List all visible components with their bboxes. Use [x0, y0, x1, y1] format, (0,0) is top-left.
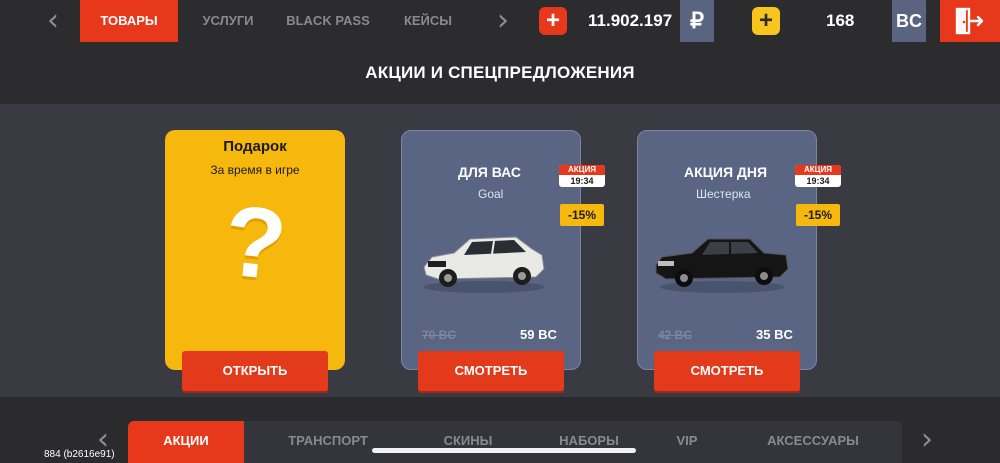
tab-sets[interactable]: НАБОРЫ — [548, 421, 630, 463]
add-bc-button[interactable]: + — [752, 7, 780, 35]
bottom-area: ‹ АКЦИИ ТРАНСПОРТ СКИНЫ НАБОРЫ VIP АКСЕС… — [0, 397, 1000, 463]
view-offer-button[interactable]: СМОТРЕТЬ — [418, 351, 564, 391]
build-version: 884 (b2616e91) — [44, 449, 115, 460]
chevron-left-icon[interactable]: ‹ — [38, 6, 68, 36]
new-price: 35 BC — [756, 327, 793, 342]
offer-car-name: Шестерка — [696, 187, 751, 201]
tab-vip[interactable]: VIP — [663, 421, 711, 463]
sale-badge-timer: 19:34 — [806, 176, 830, 186]
ruble-icon: ₽ — [680, 0, 714, 42]
tab-goods[interactable]: ТОВАРЫ — [80, 0, 178, 42]
add-rub-button[interactable]: + — [539, 7, 567, 35]
plus-icon: + — [545, 7, 560, 34]
exit-button[interactable] — [940, 0, 1000, 42]
discount-badge: -15% — [560, 204, 604, 226]
view-offer-button[interactable]: СМОТРЕТЬ — [654, 351, 800, 391]
plus-icon: + — [758, 7, 773, 34]
gift-card[interactable]: Подарок За время в игре ? — [165, 130, 345, 370]
sale-badge-label: АКЦИЯ — [795, 165, 841, 175]
top-bar: ‹ ТОВАРЫ УСЛУГИ BLACK PASS КЕЙСЫ › + 11.… — [0, 0, 1000, 42]
question-mark-icon: ? — [218, 184, 292, 302]
tab-cases[interactable]: КЕЙСЫ — [392, 0, 464, 42]
sale-badge-timer: 19:34 — [570, 176, 594, 186]
home-indicator[interactable] — [372, 448, 636, 453]
bc-currency-badge: BC — [892, 0, 926, 42]
chevron-right-icon[interactable]: › — [488, 6, 518, 36]
sedan-car-image — [655, 238, 789, 293]
tab-black-pass[interactable]: BLACK PASS — [278, 0, 378, 42]
sale-badge: АКЦИЯ 19:34 — [795, 165, 841, 187]
category-tabs: АКЦИИ ТРАНСПОРТ СКИНЫ НАБОРЫ VIP АКСЕССУ… — [128, 421, 902, 463]
tab-services[interactable]: УСЛУГИ — [190, 0, 266, 42]
new-price: 59 BC — [520, 327, 557, 342]
exit-door-icon — [955, 7, 984, 35]
tab-transport[interactable]: ТРАНСПОРТ — [278, 421, 378, 463]
offer-card-for-you[interactable]: ДЛЯ ВАС Goal АКЦИЯ 19:34 -15% 70 BC 59 B… — [401, 130, 605, 370]
gift-subtitle: За время в игре — [210, 163, 300, 177]
hatchback-car-image — [423, 236, 545, 293]
tab-promotions[interactable]: АКЦИИ — [128, 421, 244, 463]
old-price: 70 BC — [422, 328, 457, 342]
tab-accessories[interactable]: АКСЕССУАРЫ — [756, 421, 870, 463]
tab-skins[interactable]: СКИНЫ — [433, 421, 503, 463]
page-title: АКЦИИ И СПЕЦПРЕДЛОЖЕНИЯ — [0, 42, 1000, 104]
sale-badge-label: АКЦИЯ — [559, 165, 605, 175]
gift-title: Подарок — [223, 138, 287, 155]
offer-car-name: Goal — [478, 187, 504, 201]
bc-balance: 168 — [826, 11, 855, 30]
old-price: 42 BC — [658, 328, 693, 342]
sale-badge: АКЦИЯ 19:34 — [559, 165, 605, 187]
open-gift-button[interactable]: ОТКРЫТЬ — [182, 351, 328, 391]
offers-area: Подарок За время в игре ? ОТКРЫТЬ ДЛЯ ВА… — [0, 104, 1000, 397]
chevron-right-icon[interactable]: › — [912, 425, 942, 455]
rub-balance: 11.902.197 — [588, 11, 673, 30]
discount-badge: -15% — [796, 204, 840, 226]
offer-card-deal-of-day[interactable]: АКЦИЯ ДНЯ Шестерка АКЦИЯ 19:34 -15% 42 B… — [637, 130, 841, 370]
